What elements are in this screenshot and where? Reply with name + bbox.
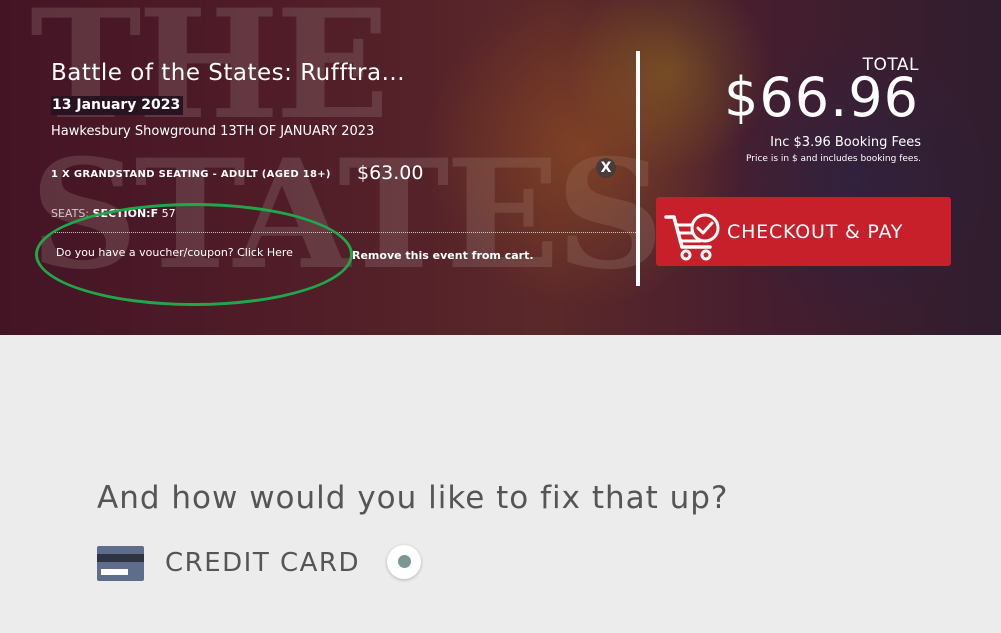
credit-card-icon xyxy=(97,546,144,581)
event-date: 13 January 2023 xyxy=(51,96,184,115)
booking-fees: Inc $3.96 Booking Fees xyxy=(770,135,921,150)
ticket-price: $63.00 xyxy=(357,162,424,184)
event-hero-banner: THE STATES Battle of the States: Rufftra… xyxy=(0,0,1001,335)
seats-info: SEATS: SECTION:F 57 xyxy=(51,207,176,220)
vertical-divider xyxy=(636,51,640,286)
radio-selected-dot xyxy=(398,555,411,568)
event-title: Battle of the States: Rufftra... xyxy=(51,60,406,86)
ticket-description: 1 X GRANDSTAND SEATING - ADULT (AGED 18+… xyxy=(51,169,331,180)
remove-ticket-button[interactable]: X xyxy=(596,158,616,178)
total-amount: $66.96 xyxy=(724,66,919,129)
payment-method-heading: And how would you like to fix that up? xyxy=(97,480,729,516)
cart-check-icon xyxy=(664,213,720,261)
seats-number: 57 xyxy=(161,207,176,220)
credit-card-radio[interactable] xyxy=(387,545,421,579)
price-note: Price is in $ and includes booking fees. xyxy=(746,154,921,164)
credit-card-label[interactable]: CREDIT CARD xyxy=(165,548,360,578)
seats-section: SECTION:F xyxy=(92,207,159,220)
remove-event-link[interactable]: Remove this event from cart. xyxy=(352,249,534,262)
event-venue: Hawkesbury Showground 13TH OF JANUARY 20… xyxy=(51,124,375,139)
dotted-divider xyxy=(51,232,636,233)
checkout-pay-button[interactable]: CHECKOUT & PAY xyxy=(656,197,951,266)
seats-label: SEATS: xyxy=(51,207,90,220)
hero-overlay xyxy=(0,0,1001,335)
checkout-pay-label: CHECKOUT & PAY xyxy=(727,221,904,243)
voucher-coupon-link[interactable]: Do you have a voucher/coupon? Click Here xyxy=(56,246,293,259)
